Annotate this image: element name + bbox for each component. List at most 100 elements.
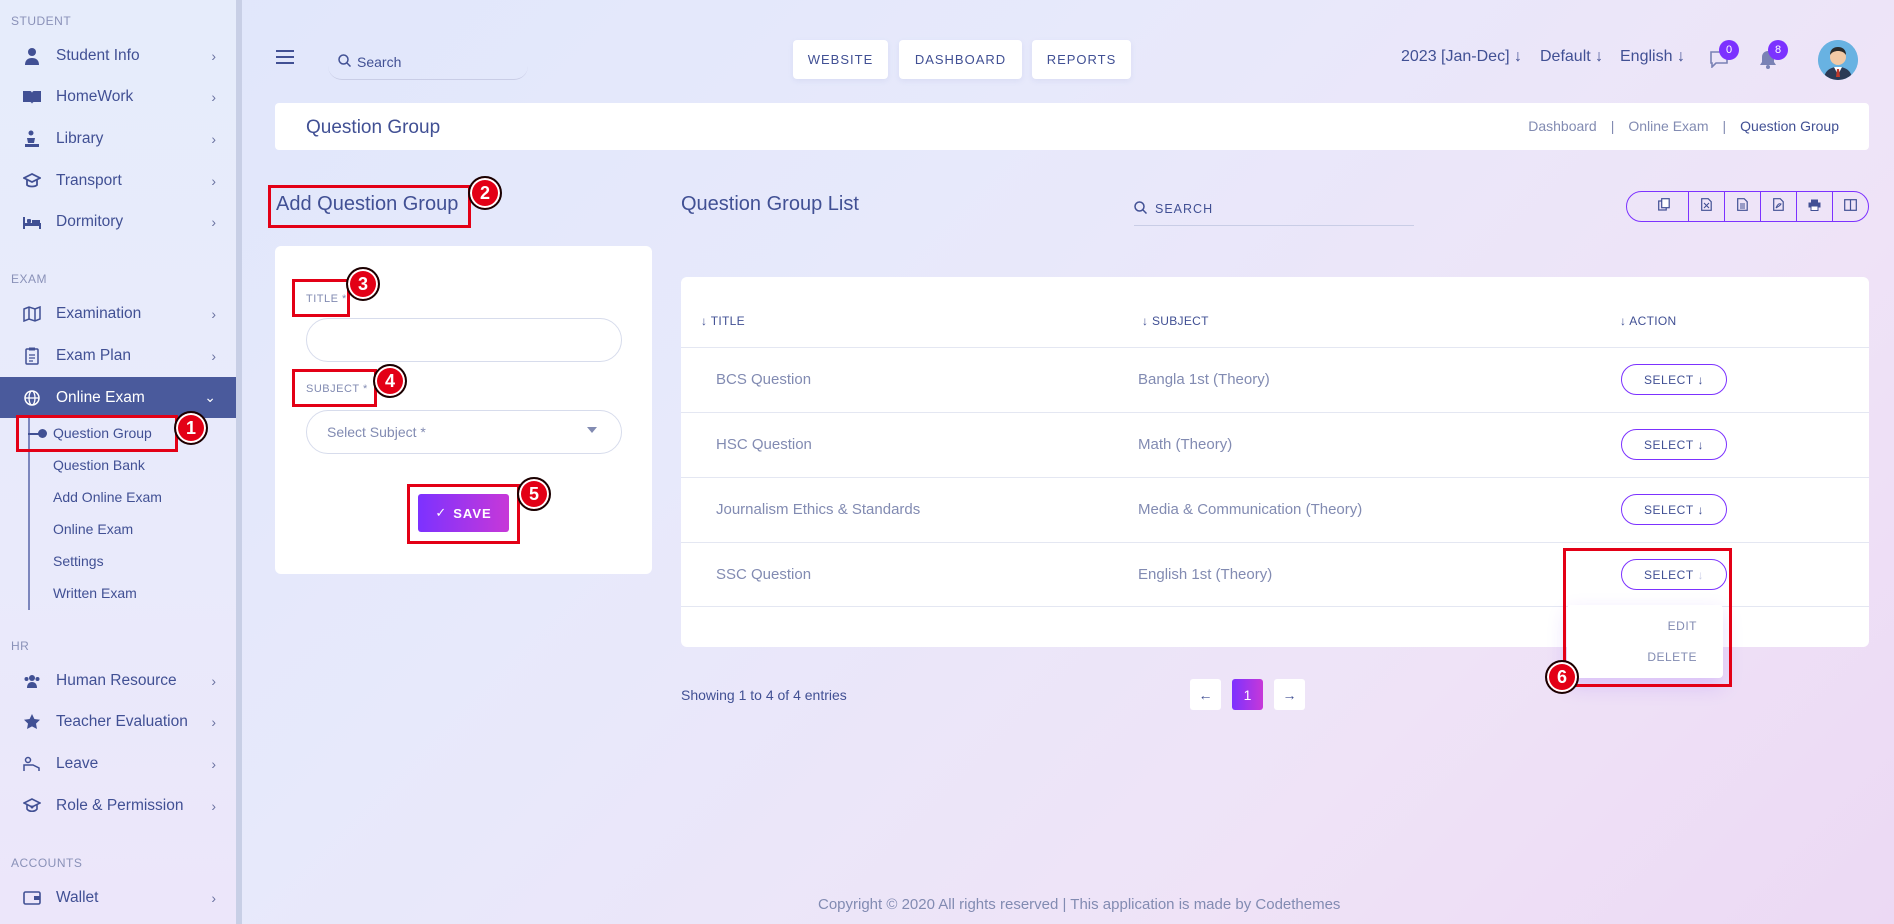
copy-button[interactable] bbox=[1627, 192, 1689, 221]
page-header: Question Group Dashboard | Online Exam |… bbox=[275, 103, 1869, 150]
title-input[interactable] bbox=[306, 318, 622, 362]
column-header-action[interactable]: ↓ ACTION bbox=[1620, 314, 1676, 328]
section-title-hr: HR bbox=[11, 639, 30, 653]
user-icon bbox=[22, 46, 42, 66]
sidebar-item-label: Leave bbox=[56, 755, 99, 772]
submenu-add-online-exam[interactable]: Add Online Exam bbox=[53, 489, 162, 505]
annotation-badge-5: 5 bbox=[517, 477, 551, 511]
row-select-button[interactable]: SELECT ↓ bbox=[1621, 429, 1727, 460]
globe-icon bbox=[22, 388, 42, 408]
sidebar-item-dormitory[interactable]: Dormitory › bbox=[0, 202, 236, 242]
annotation-badge-3: 3 bbox=[346, 267, 380, 301]
wallet-icon bbox=[22, 888, 42, 908]
year-select-value: 2023 [Jan-Dec] bbox=[1401, 48, 1510, 65]
submenu-question-bank[interactable]: Question Bank bbox=[53, 457, 145, 473]
submenu-settings[interactable]: Settings bbox=[53, 553, 104, 569]
breadcrumb-separator: | bbox=[1610, 118, 1615, 134]
reports-button[interactable]: REPORTS bbox=[1032, 40, 1131, 79]
sidebar-item-role-permission[interactable]: Role & Permission › bbox=[0, 786, 236, 826]
chevron-right-icon: › bbox=[211, 756, 216, 772]
hamburger-menu-icon[interactable] bbox=[276, 50, 294, 64]
breadcrumb-online-exam[interactable]: Online Exam bbox=[1628, 118, 1708, 134]
row-title-cell: HSC Question bbox=[716, 436, 812, 453]
section-title-exam: EXAM bbox=[11, 272, 48, 286]
subject-select[interactable]: Select Subject * bbox=[306, 410, 622, 454]
arrow-down-icon: ↓ bbox=[1697, 437, 1705, 452]
select-button-label: SELECT bbox=[1643, 502, 1694, 517]
sidebar-item-online-exam[interactable]: Online Exam ⌄ bbox=[0, 377, 236, 418]
website-button[interactable]: WEBSITE bbox=[793, 40, 888, 79]
column-header-label: TITLE bbox=[710, 314, 745, 328]
excel-button[interactable] bbox=[1689, 192, 1725, 221]
chevron-right-icon: › bbox=[211, 348, 216, 364]
list-search-input[interactable]: SEARCH bbox=[1134, 192, 1414, 226]
messages-button[interactable]: 0 bbox=[1703, 40, 1739, 74]
theme-select[interactable]: Default ↓ bbox=[1540, 48, 1603, 66]
column-header-title[interactable]: ↓ TITLE bbox=[701, 314, 745, 328]
breadcrumb: Dashboard | Online Exam | Question Group bbox=[1528, 118, 1839, 134]
sidebar-item-student-info[interactable]: Student Info › bbox=[0, 36, 236, 76]
annotation-box-6 bbox=[1563, 548, 1732, 687]
search-icon bbox=[1134, 200, 1148, 217]
sidebar-item-transport[interactable]: Transport › bbox=[0, 161, 236, 201]
select-button-label: SELECT bbox=[1643, 372, 1694, 387]
top-search-input[interactable]: Search bbox=[328, 44, 528, 80]
chevron-right-icon: › bbox=[211, 214, 216, 230]
sidebar-item-leave[interactable]: Leave › bbox=[0, 744, 236, 784]
sidebar-item-homework[interactable]: HomeWork › bbox=[0, 77, 236, 117]
row-select-button[interactable]: SELECT ↓ bbox=[1621, 364, 1727, 395]
page-title: Question Group bbox=[306, 117, 441, 138]
submenu-written-exam[interactable]: Written Exam bbox=[53, 585, 137, 601]
breadcrumb-dashboard[interactable]: Dashboard bbox=[1528, 118, 1597, 134]
chevron-right-icon: › bbox=[211, 890, 216, 906]
chevron-right-icon: › bbox=[211, 173, 216, 189]
list-title: Question Group List bbox=[681, 193, 859, 215]
row-divider bbox=[681, 347, 1869, 348]
sidebar-item-teacher-evaluation[interactable]: Teacher Evaluation › bbox=[0, 702, 236, 742]
export-button-group bbox=[1626, 191, 1869, 222]
messages-count-badge: 0 bbox=[1719, 40, 1739, 60]
print-button[interactable] bbox=[1797, 192, 1833, 221]
page-1-button[interactable]: 1 bbox=[1232, 679, 1263, 710]
previous-page-button[interactable]: ← bbox=[1190, 679, 1221, 710]
sidebar-item-wallet[interactable]: Wallet › bbox=[0, 878, 236, 918]
submenu-online-exam[interactable]: Online Exam bbox=[53, 521, 133, 537]
row-subject-cell: Bangla 1st (Theory) bbox=[1138, 371, 1270, 388]
column-header-label: SUBJECT bbox=[1151, 314, 1209, 328]
sidebar-item-exam-plan[interactable]: Exam Plan › bbox=[0, 336, 236, 376]
footer-copyright: Copyright © 2020 All rights reserved | T… bbox=[818, 896, 1341, 913]
search-icon bbox=[338, 53, 352, 70]
language-select[interactable]: English ↓ bbox=[1620, 48, 1685, 66]
year-select[interactable]: 2023 [Jan-Dec] ↓ bbox=[1401, 48, 1522, 66]
chevron-right-icon: › bbox=[211, 673, 216, 689]
reader-icon bbox=[22, 129, 42, 149]
column-header-label: ACTION bbox=[1629, 314, 1677, 328]
top-search-label: Search bbox=[357, 53, 402, 70]
row-subject-cell: Math (Theory) bbox=[1138, 436, 1233, 453]
notifications-count-badge: 8 bbox=[1768, 40, 1788, 60]
sidebar-item-examination[interactable]: Examination › bbox=[0, 294, 236, 334]
sidebar-item-label: Human Resource bbox=[56, 672, 177, 689]
sidebar-item-label: Online Exam bbox=[56, 388, 145, 406]
map-icon bbox=[22, 304, 42, 324]
row-select-button[interactable]: SELECT ↓ bbox=[1621, 494, 1727, 525]
dashboard-button[interactable]: DASHBOARD bbox=[899, 40, 1022, 79]
next-page-button[interactable]: → bbox=[1274, 679, 1305, 710]
row-title-cell: Journalism Ethics & Standards bbox=[716, 501, 921, 518]
notifications-button[interactable]: 8 bbox=[1752, 40, 1788, 74]
bus-icon bbox=[22, 171, 42, 191]
arrow-down-icon: ↓ bbox=[1595, 48, 1604, 65]
sidebar-item-library[interactable]: Library › bbox=[0, 119, 236, 159]
chevron-right-icon: › bbox=[211, 798, 216, 814]
sidebar-item-label: Wallet bbox=[56, 889, 99, 906]
columns-button[interactable] bbox=[1833, 192, 1868, 221]
chevron-down-icon: ⌄ bbox=[204, 389, 216, 405]
leave-icon bbox=[22, 754, 42, 774]
pdf-button[interactable] bbox=[1761, 192, 1797, 221]
csv-button[interactable] bbox=[1725, 192, 1761, 221]
user-avatar[interactable] bbox=[1818, 40, 1858, 80]
sort-arrow-icon: ↓ bbox=[1620, 314, 1627, 328]
annotation-box-5 bbox=[407, 484, 520, 544]
sidebar-item-human-resource[interactable]: Human Resource › bbox=[0, 661, 236, 701]
column-header-subject[interactable]: ↓ SUBJECT bbox=[1142, 314, 1209, 328]
